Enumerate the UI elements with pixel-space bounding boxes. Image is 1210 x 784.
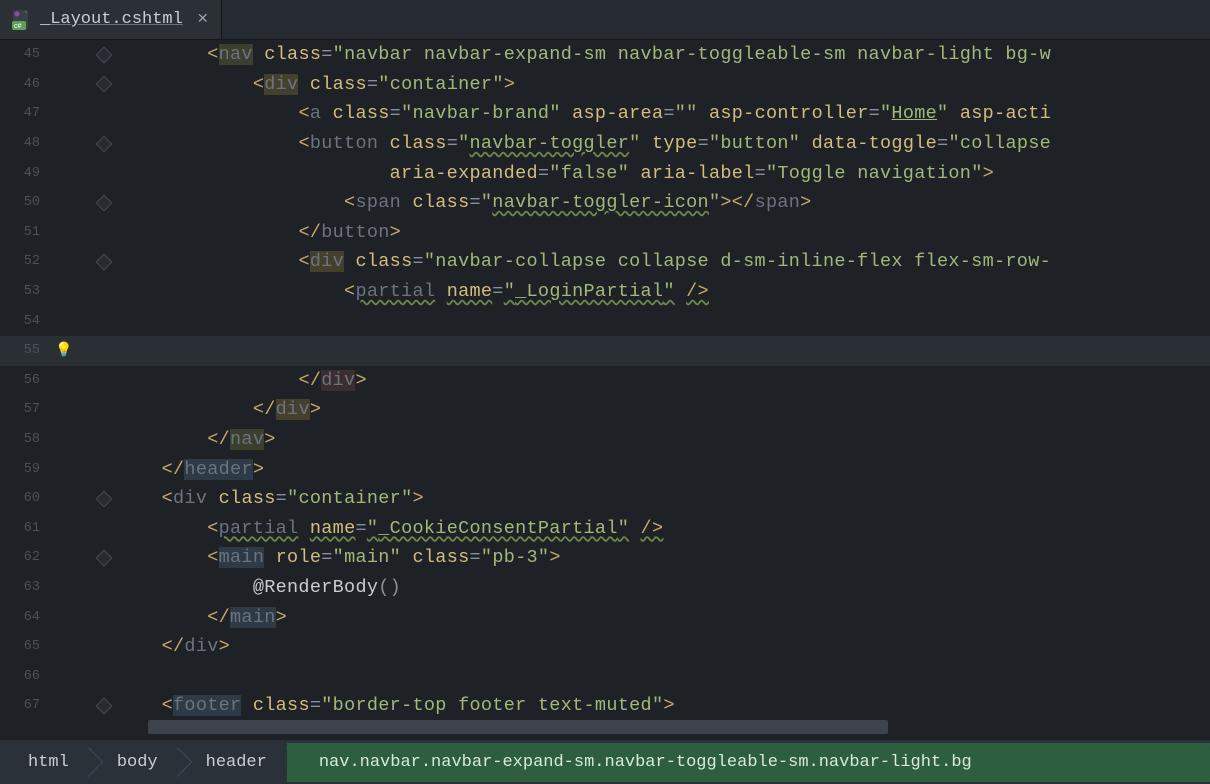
code-line[interactable]: </header> xyxy=(116,459,1210,480)
code-line[interactable]: <div class="container"> xyxy=(116,488,1210,509)
line-number: 58 xyxy=(0,432,48,447)
code-line[interactable]: <main role="main" class="pb-3"> xyxy=(116,547,1210,568)
code-line[interactable]: <div class="container"> xyxy=(116,74,1210,95)
line-number: 52 xyxy=(0,254,48,269)
line-number: 64 xyxy=(0,610,48,625)
line-number: 59 xyxy=(0,462,48,477)
breadcrumb-item[interactable]: header xyxy=(178,743,287,782)
code-line[interactable]: </div> xyxy=(116,370,1210,391)
lightbulb-icon[interactable]: 💡 xyxy=(48,342,80,359)
line-number: 56 xyxy=(0,373,48,388)
code-line[interactable]: aria-expanded="false" aria-label="Toggle… xyxy=(116,163,1210,184)
close-icon[interactable]: ✕ xyxy=(197,11,209,28)
breadcrumb-item-current[interactable]: nav.navbar.navbar-expand-sm.navbar-toggl… xyxy=(287,743,1210,782)
code-line[interactable]: </div> xyxy=(116,399,1210,420)
code-line[interactable]: <button class="navbar-toggler" type="but… xyxy=(116,133,1210,154)
svg-text:c#: c# xyxy=(14,23,22,30)
line-number: 60 xyxy=(0,491,48,506)
line-number: 62 xyxy=(0,550,48,565)
fold-toggle[interactable] xyxy=(92,138,116,150)
code-line[interactable]: <span class="navbar-toggler-icon"></span… xyxy=(116,192,1210,213)
line-number: 55 xyxy=(0,343,48,358)
code-line[interactable]: </div> xyxy=(116,636,1210,657)
code-line[interactable]: </nav> xyxy=(116,429,1210,450)
code-line[interactable]: <nav class="navbar navbar-expand-sm navb… xyxy=(116,44,1210,65)
line-number: 47 xyxy=(0,106,48,121)
fold-toggle[interactable] xyxy=(92,78,116,90)
tab-label: _Layout.cshtml xyxy=(40,10,183,29)
line-number: 45 xyxy=(0,47,48,62)
code-line[interactable]: <partial name="_LoginPartial" /> xyxy=(116,281,1210,302)
code-line[interactable]: <div class="navbar-collapse collapse d-s… xyxy=(116,251,1210,272)
line-number: 54 xyxy=(0,314,48,329)
line-number: 48 xyxy=(0,136,48,151)
fold-toggle[interactable] xyxy=(92,197,116,209)
fold-toggle[interactable] xyxy=(92,700,116,712)
line-number: 63 xyxy=(0,580,48,595)
breadcrumb-item[interactable]: body xyxy=(89,743,178,782)
line-number: 67 xyxy=(0,698,48,713)
line-number: 46 xyxy=(0,77,48,92)
file-tab[interactable]: c# _Layout.cshtml ✕ xyxy=(0,0,222,39)
code-line[interactable]: <footer class="border-top footer text-mu… xyxy=(116,695,1210,716)
line-number: 57 xyxy=(0,402,48,417)
line-number: 49 xyxy=(0,166,48,181)
code-editor[interactable]: 45 <nav class="navbar navbar-expand-sm n… xyxy=(0,40,1210,740)
line-number: 51 xyxy=(0,225,48,240)
code-line[interactable]: </button> xyxy=(116,222,1210,243)
fold-toggle[interactable] xyxy=(92,493,116,505)
code-line[interactable]: </main> xyxy=(116,607,1210,628)
fold-toggle[interactable] xyxy=(92,552,116,564)
fold-toggle[interactable] xyxy=(92,256,116,268)
cshtml-file-icon: c# xyxy=(12,9,32,31)
tab-bar: c# _Layout.cshtml ✕ xyxy=(0,0,1210,40)
line-number: 50 xyxy=(0,195,48,210)
breadcrumb-item[interactable]: html xyxy=(0,743,89,782)
horizontal-scrollbar[interactable] xyxy=(148,720,888,734)
code-line[interactable]: <partial name="_CookieConsentPartial" /> xyxy=(116,518,1210,539)
fold-toggle[interactable] xyxy=(92,49,116,61)
line-number: 65 xyxy=(0,639,48,654)
code-line[interactable]: @RenderBody() xyxy=(116,577,1210,598)
code-line[interactable]: <a class="navbar-brand" asp-area="" asp-… xyxy=(116,103,1210,124)
breadcrumb: html body header nav.navbar.navbar-expan… xyxy=(0,740,1210,784)
line-number: 53 xyxy=(0,284,48,299)
line-number: 66 xyxy=(0,669,48,684)
line-number: 61 xyxy=(0,521,48,536)
